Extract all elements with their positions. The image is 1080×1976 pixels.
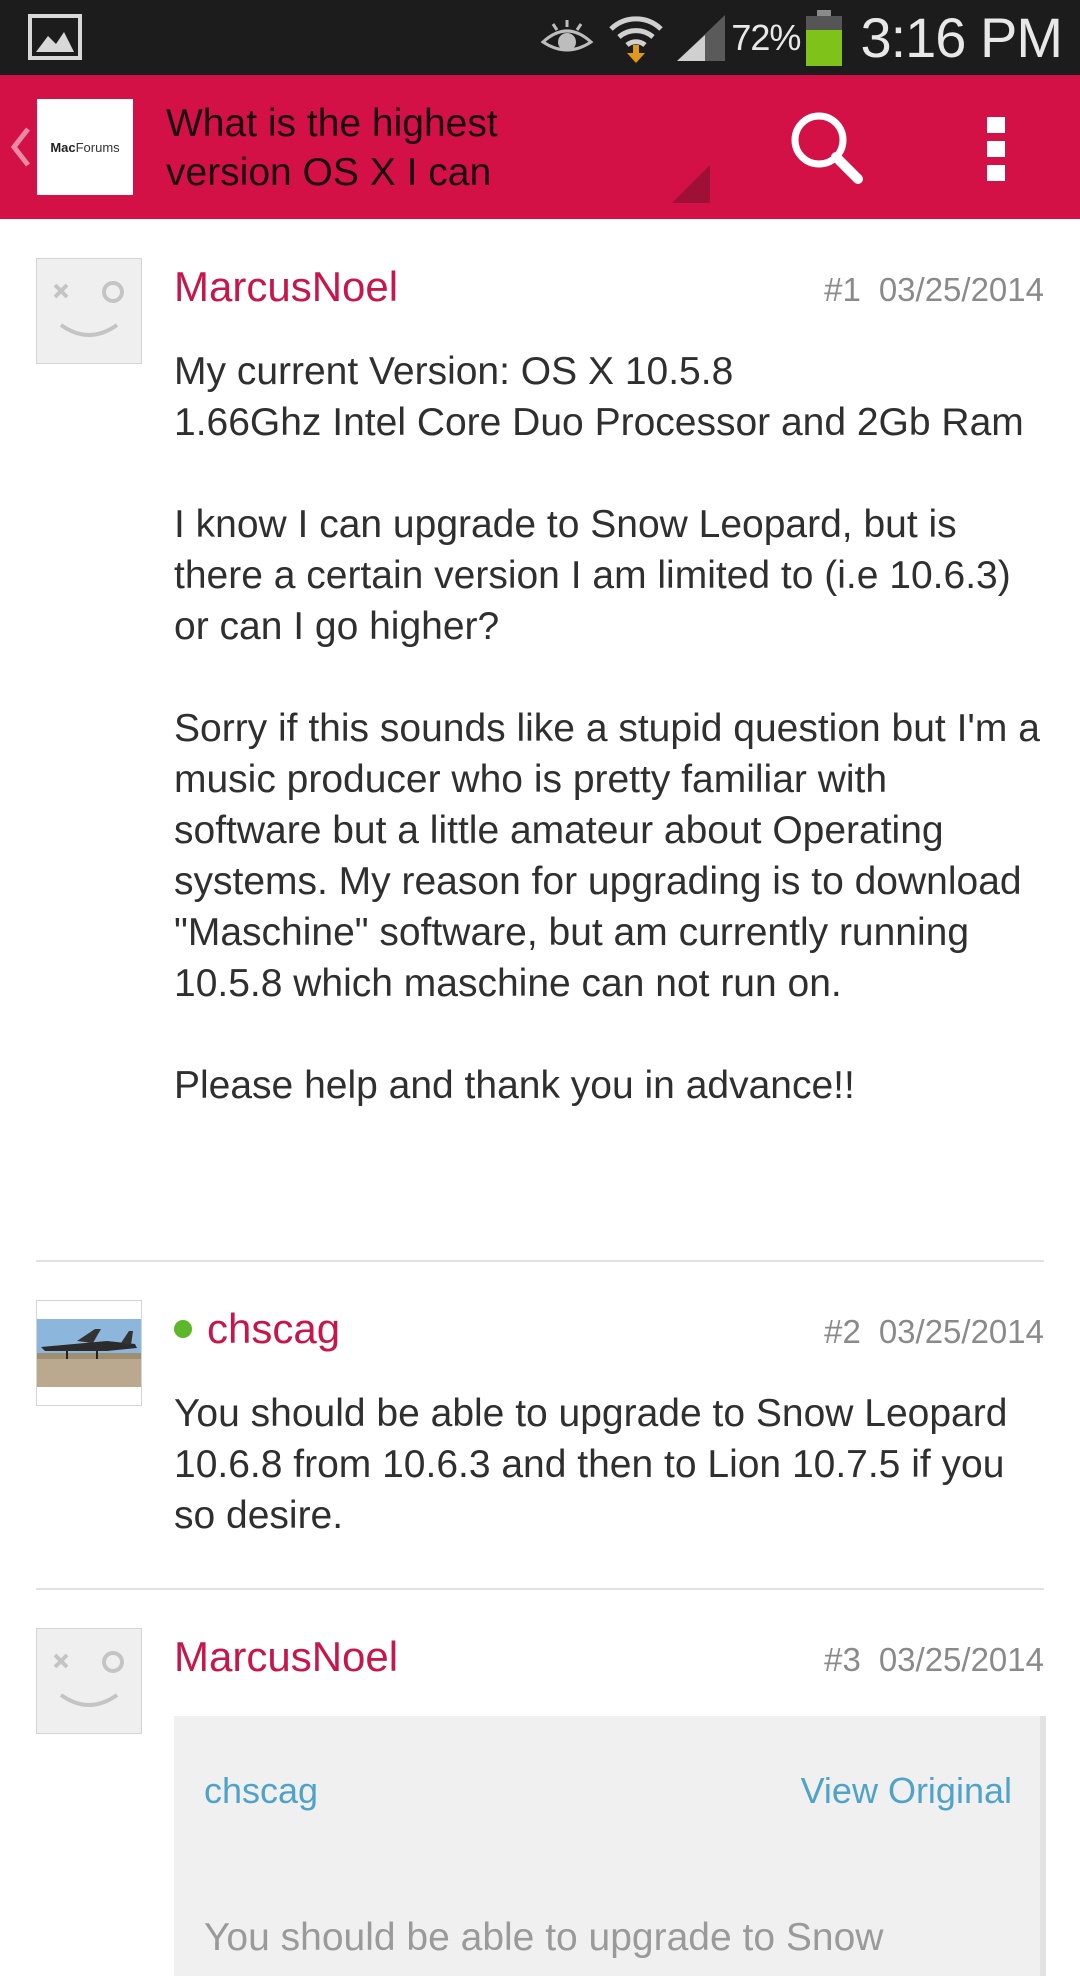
post-meta: #1 03/25/2014 (824, 270, 1044, 310)
dropdown-corner-icon (672, 165, 710, 203)
avatar[interactable] (36, 1628, 142, 1734)
quote-author-link[interactable]: chscag (204, 1770, 318, 1812)
post-number: #1 (824, 271, 861, 308)
wifi-download-icon (609, 15, 664, 63)
clock: 3:16 PM (860, 6, 1063, 69)
signal-icon (677, 14, 726, 61)
battery-percent: 72% (731, 16, 801, 58)
post-body: My current Version: OS X 10.5.8 1.66Ghz … (174, 346, 1044, 1111)
post-paragraph: You should be able to upgrade to Snow Le… (174, 1392, 1008, 1537)
post-divider (36, 1260, 1044, 1262)
post: MarcusNoel #3 03/25/2014 chscag View Orig… (36, 1628, 1046, 1976)
post-number: #3 (824, 1641, 861, 1678)
overflow-menu-icon[interactable] (985, 117, 1007, 181)
username[interactable]: MarcusNoel (174, 262, 398, 312)
post-date: 03/25/2014 (878, 1313, 1044, 1350)
post-meta: #3 03/25/2014 (824, 1640, 1044, 1680)
online-status-indicator (174, 1320, 192, 1338)
app-logo[interactable]: MacForums (37, 99, 133, 195)
eye-icon (540, 19, 594, 51)
post-date: 03/25/2014 (878, 271, 1044, 308)
battery-icon (806, 9, 843, 66)
post: chscag #2 03/25/2014 You should be able t… (36, 1300, 1044, 1540)
quote-text: You should be able to upgrade to Snow (204, 1916, 884, 1959)
default-avatar-face-icon (53, 281, 124, 337)
status-bar: 72% 3:16 PM (0, 0, 1080, 75)
post: MarcusNoel #1 03/25/2014 My current Versi… (36, 258, 1044, 1208)
logo-wordmark: MacForums (50, 139, 120, 155)
username[interactable]: chscag (207, 1304, 340, 1354)
action-bar: MacForums What is the highest version OS… (0, 75, 1080, 219)
post-date: 03/25/2014 (878, 1641, 1044, 1678)
gallery-icon (28, 14, 82, 60)
avatar[interactable] (36, 258, 142, 364)
thread-title[interactable]: What is the highest version OS X I can (166, 99, 566, 197)
view-original-link[interactable]: View Original (801, 1770, 1012, 1812)
avatar[interactable] (36, 1300, 142, 1406)
airplane-photo-avatar (37, 1319, 141, 1387)
post-body: You should be able to upgrade to Snow Le… (174, 1388, 1044, 1541)
default-avatar-face-icon (53, 1651, 124, 1707)
post-paragraph: I know I can upgrade to Snow Leopard, bu… (174, 503, 1011, 648)
username[interactable]: MarcusNoel (174, 1632, 398, 1682)
post-paragraph: Please help and thank you in advance!! (174, 1064, 855, 1107)
post-paragraph: Sorry if this sounds like a stupid quest… (174, 707, 1040, 1005)
back-chevron-icon[interactable] (10, 127, 32, 167)
search-icon[interactable] (788, 109, 864, 185)
post-divider (36, 1588, 1044, 1590)
quote-box: chscag View Original You should be able … (174, 1716, 1046, 1976)
post-paragraph: My current Version: OS X 10.5.8 1.66Ghz … (174, 350, 1024, 444)
post-meta: #2 03/25/2014 (824, 1312, 1044, 1352)
post-number: #2 (824, 1313, 861, 1350)
